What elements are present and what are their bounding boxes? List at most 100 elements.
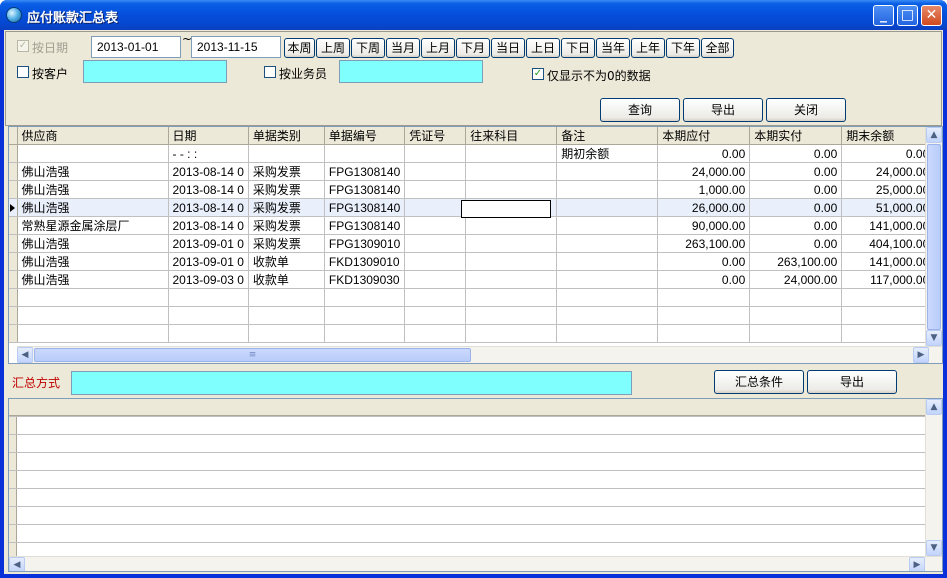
table-cell[interactable]: 收款单 bbox=[248, 252, 325, 271]
table-cell[interactable]: 0.00 bbox=[749, 180, 843, 199]
table-cell[interactable] bbox=[556, 270, 659, 289]
table-cell[interactable] bbox=[841, 288, 935, 307]
row-indicator[interactable] bbox=[9, 180, 18, 199]
table-cell[interactable]: FPG1309010 bbox=[324, 234, 406, 253]
table-cell[interactable] bbox=[17, 144, 169, 163]
summary-vertical-scrollbar[interactable]: ▲ ▼ bbox=[925, 399, 942, 556]
table-cell[interactable] bbox=[841, 324, 935, 343]
table-cell[interactable] bbox=[556, 288, 659, 307]
scroll-up-icon[interactable]: ▲ bbox=[926, 127, 942, 143]
table-cell[interactable]: 0.00 bbox=[749, 198, 843, 217]
column-header[interactable]: 单据类别 bbox=[248, 127, 325, 145]
table-row[interactable]: 佛山浩强 2013-08-14 0 采购发票 FPG1308140 1,000.00 0.… bbox=[9, 180, 935, 199]
table-cell[interactable] bbox=[465, 252, 558, 271]
table-cell[interactable]: 0.00 bbox=[749, 162, 843, 181]
customer-input[interactable] bbox=[83, 60, 227, 83]
table-cell[interactable]: 采购发票 bbox=[248, 216, 325, 235]
summary-conditions-button[interactable]: 汇总条件 bbox=[714, 370, 804, 394]
table-cell[interactable] bbox=[17, 306, 169, 325]
summary-row[interactable] bbox=[9, 470, 925, 489]
table-cell[interactable] bbox=[404, 252, 467, 271]
horizontal-scroll-thumb[interactable]: ≡ bbox=[34, 348, 471, 362]
maximize-button[interactable]: □ bbox=[897, 5, 918, 26]
column-header[interactable]: 凭证号 bbox=[404, 127, 467, 145]
table-cell[interactable] bbox=[248, 144, 325, 163]
table-cell[interactable] bbox=[465, 162, 558, 181]
table-cell[interactable] bbox=[465, 216, 558, 235]
table-cell[interactable] bbox=[404, 180, 467, 199]
table-cell[interactable]: FPG1308140 bbox=[324, 162, 406, 181]
row-indicator[interactable] bbox=[9, 288, 18, 307]
salesman-input[interactable] bbox=[339, 60, 483, 83]
summary-row[interactable] bbox=[9, 506, 925, 525]
row-indicator[interactable] bbox=[9, 252, 18, 271]
by-salesman-checkbox[interactable] bbox=[264, 66, 276, 78]
table-cell[interactable]: 佛山浩强 bbox=[17, 270, 169, 289]
table-cell[interactable]: 24,000.00 bbox=[749, 270, 843, 289]
summary-scroll-left-icon[interactable]: ◀ bbox=[9, 557, 25, 571]
table-cell[interactable] bbox=[404, 198, 467, 217]
table-cell[interactable]: 收款单 bbox=[248, 270, 325, 289]
table-row[interactable] bbox=[9, 306, 935, 325]
table-row[interactable]: 佛山浩强 2013-09-01 0 收款单 FKD1309010 0.00 263,100… bbox=[9, 252, 935, 271]
table-cell[interactable]: FKD1309010 bbox=[324, 252, 406, 271]
row-indicator[interactable] bbox=[9, 270, 18, 289]
table-cell[interactable] bbox=[657, 324, 751, 343]
grid-vertical-scrollbar[interactable]: ▲ ▼ bbox=[925, 127, 942, 346]
table-cell[interactable]: 263,100.00 bbox=[657, 234, 751, 253]
table-cell[interactable]: FPG1308140 bbox=[324, 180, 406, 199]
table-cell[interactable] bbox=[17, 324, 169, 343]
table-row[interactable]: 佛山浩强 2013-08-14 0 采购发票 FPG1308140 24,000.00 0… bbox=[9, 162, 935, 181]
table-cell[interactable]: 佛山浩强 bbox=[17, 180, 169, 199]
table-cell[interactable] bbox=[324, 324, 406, 343]
table-cell[interactable]: 采购发票 bbox=[248, 198, 325, 217]
table-cell[interactable] bbox=[17, 288, 169, 307]
table-cell[interactable]: 2013-08-14 0 bbox=[168, 180, 249, 199]
table-cell[interactable] bbox=[657, 306, 751, 325]
table-cell[interactable] bbox=[749, 306, 843, 325]
nonzero-only-checkbox[interactable]: ✓ bbox=[532, 68, 544, 80]
quick-date-button[interactable]: 下月 bbox=[456, 38, 490, 58]
table-cell[interactable]: 采购发票 bbox=[248, 162, 325, 181]
table-row[interactable]: 佛山浩强 2013-09-01 0 采购发票 FPG1309010 263,100.00… bbox=[9, 234, 935, 253]
table-cell[interactable] bbox=[465, 324, 558, 343]
summary-row[interactable] bbox=[9, 434, 925, 453]
date-from-input[interactable]: 2013-01-01 bbox=[91, 36, 181, 58]
table-cell[interactable]: 佛山浩强 bbox=[17, 162, 169, 181]
grid-horizontal-scrollbar[interactable]: ◀ ≡ ▶ bbox=[17, 346, 942, 363]
cell-editor-input[interactable] bbox=[461, 200, 551, 218]
table-cell[interactable]: 0.00 bbox=[841, 144, 935, 163]
table-cell[interactable] bbox=[168, 306, 249, 325]
table-cell[interactable]: 佛山浩强 bbox=[17, 234, 169, 253]
quick-date-button[interactable]: 上周 bbox=[316, 38, 350, 58]
table-cell[interactable] bbox=[556, 162, 659, 181]
table-cell[interactable]: 0.00 bbox=[749, 234, 843, 253]
table-cell[interactable] bbox=[749, 324, 843, 343]
table-cell[interactable] bbox=[248, 306, 325, 325]
table-cell[interactable]: 2013-08-14 0 bbox=[168, 216, 249, 235]
row-indicator[interactable] bbox=[9, 144, 18, 163]
table-cell[interactable] bbox=[248, 288, 325, 307]
table-cell[interactable]: 2013-08-14 0 bbox=[168, 162, 249, 181]
table-cell[interactable]: 0.00 bbox=[749, 216, 843, 235]
quick-date-button[interactable]: 上日 bbox=[526, 38, 560, 58]
scroll-right-icon[interactable]: ▶ bbox=[913, 347, 929, 363]
table-cell[interactable]: 24,000.00 bbox=[841, 162, 935, 181]
summary-method-input[interactable] bbox=[71, 371, 632, 395]
table-cell[interactable] bbox=[465, 180, 558, 199]
summary-row[interactable] bbox=[9, 524, 925, 543]
table-cell[interactable] bbox=[465, 306, 558, 325]
quick-date-button[interactable]: 全部 bbox=[701, 38, 734, 58]
table-cell[interactable]: 常熟星源金属涂层厂 bbox=[17, 216, 169, 235]
column-header[interactable]: 供应商 bbox=[17, 127, 169, 145]
close-window-button[interactable]: ✕ bbox=[921, 5, 942, 26]
scroll-left-icon[interactable]: ◀ bbox=[17, 347, 33, 363]
table-row[interactable] bbox=[9, 288, 935, 307]
summary-row[interactable] bbox=[9, 452, 925, 471]
table-cell[interactable]: 404,100.00 bbox=[841, 234, 935, 253]
column-header[interactable]: 本期实付 bbox=[749, 127, 843, 145]
quick-date-button[interactable]: 当日 bbox=[491, 38, 525, 58]
summary-export-button[interactable]: 导出 bbox=[807, 370, 897, 394]
close-button[interactable]: 关闭 bbox=[766, 98, 846, 122]
row-indicator[interactable] bbox=[9, 216, 18, 235]
